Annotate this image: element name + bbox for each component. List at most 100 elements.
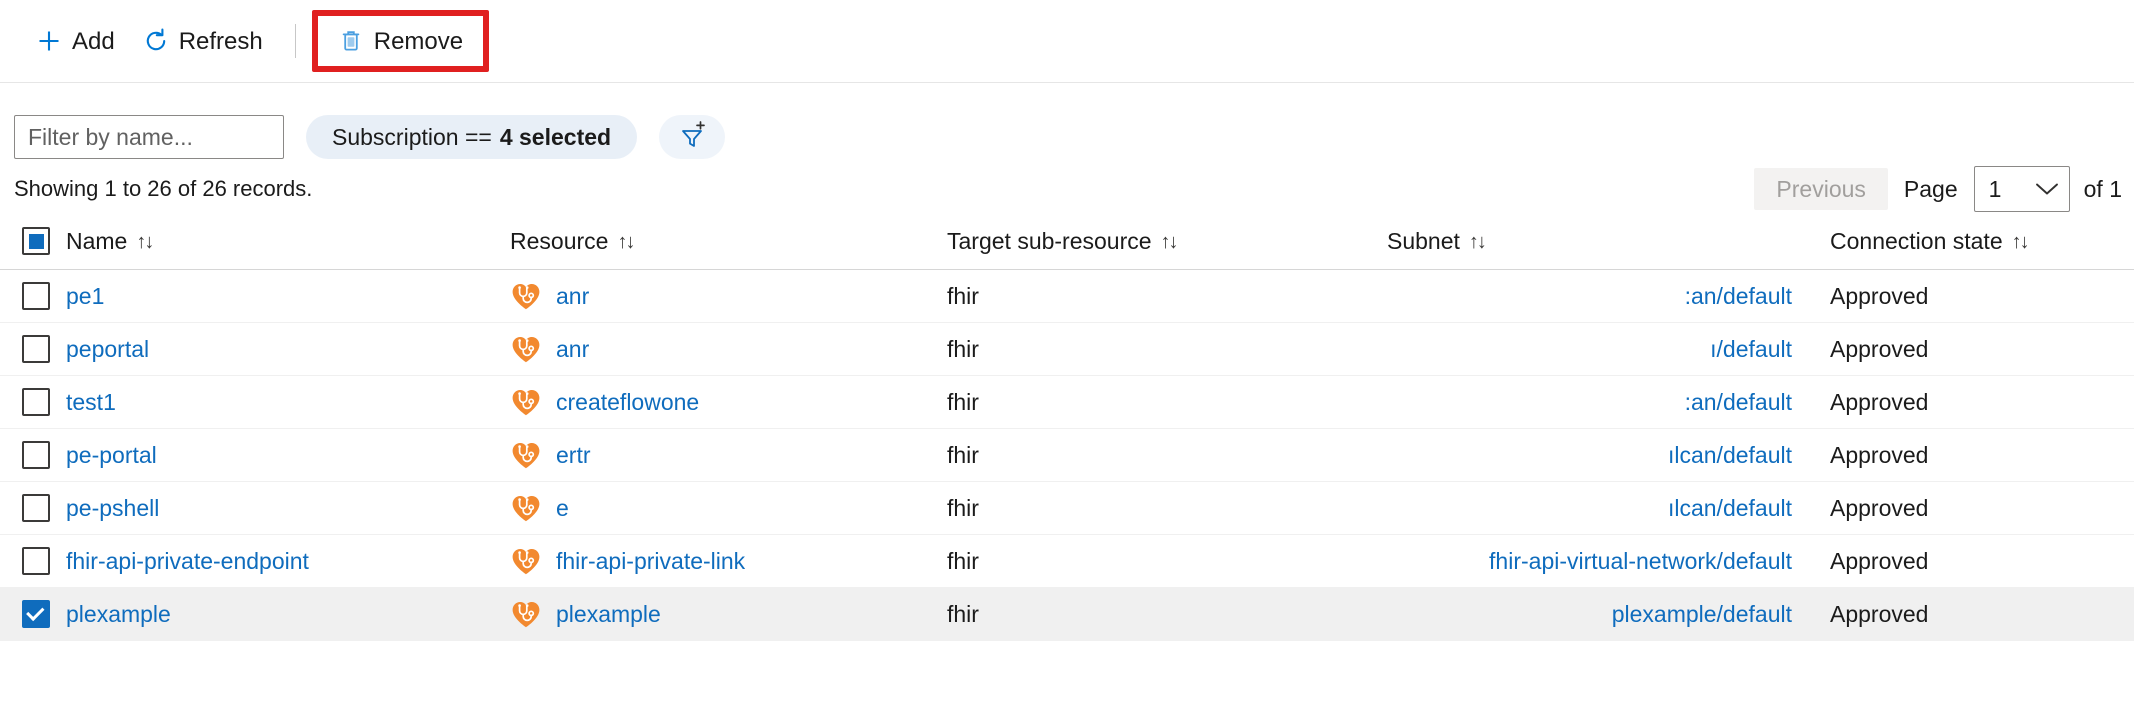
header-cell-name: Name ↑↓: [0, 213, 500, 269]
resource-link[interactable]: e: [556, 495, 569, 522]
cell-resource: anr: [500, 323, 943, 375]
subnet-link[interactable]: :an/default: [1685, 283, 1792, 310]
header-cell-resource: Resource ↑↓: [500, 213, 943, 269]
add-button[interactable]: Add: [22, 18, 129, 64]
column-header-name-label: Name: [66, 228, 127, 255]
subnet-link[interactable]: ılcan/default: [1668, 442, 1792, 469]
table-row[interactable]: peportal anr fhir ı/default Approved: [0, 323, 2134, 376]
connection-state-value: Approved: [1830, 442, 1928, 469]
row-select-checkbox[interactable]: [22, 600, 50, 628]
target-sub-resource-value: fhir: [947, 601, 979, 628]
table-row[interactable]: plexample plexample fhir plexample/default A…: [0, 588, 2134, 641]
row-select-checkbox[interactable]: [22, 547, 50, 575]
target-sub-resource-value: fhir: [947, 336, 979, 363]
row-select-checkbox[interactable]: [22, 388, 50, 416]
table-row[interactable]: test1createflowonefhir:an/defaultApprove…: [0, 376, 2134, 429]
add-button-label: Add: [72, 30, 115, 54]
private-endpoint-link[interactable]: test1: [66, 389, 116, 416]
add-filter-button[interactable]: [659, 115, 725, 159]
private-endpoint-link[interactable]: plexample: [66, 601, 171, 628]
cell-resource: plexample: [500, 588, 943, 640]
cell-subnet: :an/default: [1383, 376, 1826, 428]
command-toolbar: Add Refresh Remove: [0, 0, 2134, 83]
resource-link[interactable]: createflowone: [556, 389, 699, 416]
table-header-row: Name ↑↓ Resource ↑↓ Target sub-resource …: [0, 213, 2134, 270]
column-header-connection-state[interactable]: Connection state ↑↓: [1830, 228, 2028, 255]
table-row[interactable]: pe-pshellefhirılcan/defaultApproved: [0, 482, 2134, 535]
refresh-button[interactable]: Refresh: [129, 18, 277, 64]
page-total-label: of 1: [2084, 176, 2122, 203]
subnet-link[interactable]: ılcan/default: [1668, 495, 1792, 522]
resource-link[interactable]: fhir-api-private-link: [556, 548, 745, 575]
table-body: pe1 anr fhir :an/default Approved peportal anr…: [0, 270, 2134, 641]
connection-state-value: Approved: [1830, 336, 1928, 363]
subscription-filter-chip[interactable]: Subscription == 4 selected: [306, 115, 637, 159]
connection-state-value: Approved: [1830, 548, 1928, 575]
column-header-resource[interactable]: Resource ↑↓: [510, 228, 633, 255]
subscription-chip-value: 4 selected: [500, 124, 611, 151]
cell-name: pe-portal: [0, 429, 500, 481]
subnet-link[interactable]: :an/default: [1685, 389, 1792, 416]
subnet-link[interactable]: fhir-api-virtual-network/default: [1489, 548, 1792, 575]
cell-connection-state: Approved: [1826, 535, 2134, 587]
resource-link[interactable]: anr: [556, 283, 589, 310]
cell-resource: anr: [500, 270, 943, 322]
resource-link[interactable]: ertr: [556, 442, 591, 469]
cell-target-sub-resource: fhir: [943, 270, 1383, 322]
previous-page-label: Previous: [1776, 176, 1865, 203]
column-header-subnet[interactable]: Subnet ↑↓: [1387, 228, 1485, 255]
table-row[interactable]: pe-portal ertr fhir ılcan/default Approved: [0, 429, 2134, 482]
target-sub-resource-value: fhir: [947, 442, 979, 469]
cell-connection-state: Approved: [1826, 323, 2134, 375]
cell-target-sub-resource: fhir: [943, 323, 1383, 375]
subnet-link[interactable]: ı/default: [1710, 336, 1792, 363]
cell-target-sub-resource: fhir: [943, 429, 1383, 481]
subnet-link[interactable]: plexample/default: [1612, 601, 1792, 628]
plus-icon: [36, 28, 62, 54]
table-row[interactable]: pe1 anr fhir :an/default Approved: [0, 270, 2134, 323]
cell-subnet: ılcan/default: [1383, 429, 1826, 481]
sort-icon-resource: ↑↓: [617, 231, 633, 254]
column-header-name[interactable]: Name ↑↓: [66, 228, 152, 255]
select-all-checkbox[interactable]: [22, 227, 50, 255]
toolbar-divider: [295, 24, 296, 58]
cell-name: peportal: [0, 323, 500, 375]
cell-connection-state: Approved: [1826, 482, 2134, 534]
previous-page-button[interactable]: Previous: [1754, 168, 1887, 210]
row-select-checkbox[interactable]: [22, 494, 50, 522]
private-endpoint-link[interactable]: pe1: [66, 283, 104, 310]
header-cell-connection-state: Connection state ↑↓: [1826, 213, 2134, 269]
cell-connection-state: Approved: [1826, 270, 2134, 322]
cell-resource: createflowone: [500, 376, 943, 428]
row-select-checkbox[interactable]: [22, 441, 50, 469]
cell-subnet: ılcan/default: [1383, 482, 1826, 534]
column-header-target-sub-resource[interactable]: Target sub-resource ↑↓: [947, 228, 1177, 255]
cell-subnet: ı/default: [1383, 323, 1826, 375]
resource-link[interactable]: plexample: [556, 601, 661, 628]
header-cell-subnet: Subnet ↑↓: [1383, 213, 1826, 269]
private-endpoint-link[interactable]: peportal: [66, 336, 149, 363]
column-header-subnet-label: Subnet: [1387, 228, 1460, 255]
filter-bar: Subscription == 4 selected: [0, 108, 2134, 166]
table-row[interactable]: fhir-api-private-endpoint fhir-api-privat…: [0, 535, 2134, 588]
name-filter-input[interactable]: [14, 115, 284, 159]
private-endpoint-link[interactable]: pe-portal: [66, 442, 157, 469]
fhir-service-icon: [510, 386, 542, 418]
remove-button[interactable]: Remove: [324, 18, 477, 64]
private-endpoint-link[interactable]: pe-pshell: [66, 495, 159, 522]
cell-name: pe1: [0, 270, 500, 322]
row-select-checkbox[interactable]: [22, 282, 50, 310]
row-select-checkbox[interactable]: [22, 335, 50, 363]
chevron-down-icon: [2035, 182, 2059, 196]
page-number-select[interactable]: 1: [1974, 166, 2070, 212]
private-endpoint-connections-page: Add Refresh Remove: [0, 0, 2134, 714]
fhir-service-icon: [510, 280, 542, 312]
subscription-chip-prefix: Subscription ==: [332, 124, 492, 151]
target-sub-resource-value: fhir: [947, 389, 979, 416]
resource-link[interactable]: anr: [556, 336, 589, 363]
cell-connection-state: Approved: [1826, 588, 2134, 640]
cell-target-sub-resource: fhir: [943, 535, 1383, 587]
private-endpoint-link[interactable]: fhir-api-private-endpoint: [66, 548, 309, 575]
column-header-resource-label: Resource: [510, 228, 608, 255]
fhir-service-icon: [510, 492, 542, 524]
